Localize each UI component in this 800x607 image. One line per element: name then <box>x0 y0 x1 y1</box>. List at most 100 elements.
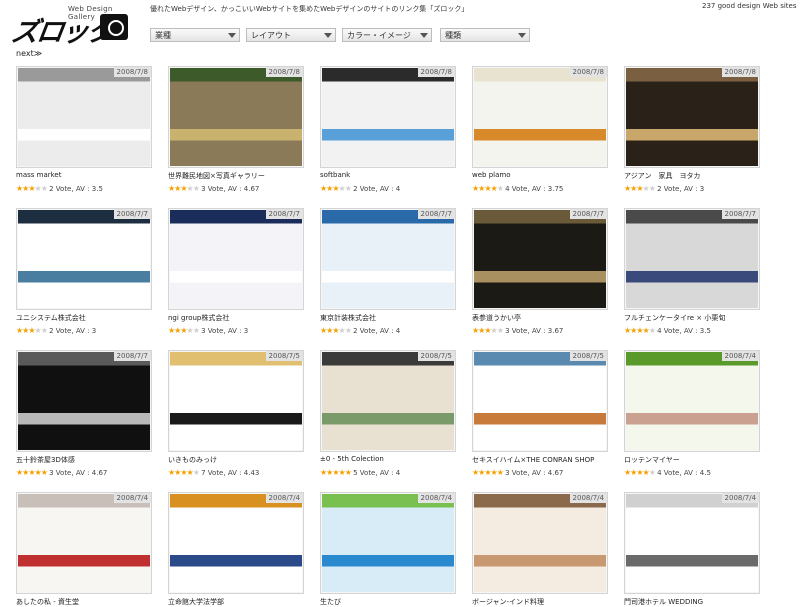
site-title-link[interactable]: ボージャン-インド料理 <box>472 597 544 607</box>
filter-type-select[interactable]: 種類 <box>440 28 530 42</box>
next-page-link[interactable]: next≫ <box>16 49 42 58</box>
post-date: 2008/7/4 <box>113 493 151 503</box>
post-date: 2008/7/4 <box>721 351 759 361</box>
star-rating-icon[interactable]: ★★★★★ <box>320 468 352 477</box>
star-rating-icon[interactable]: ★★★★★ <box>320 326 352 335</box>
post-date: 2008/7/7 <box>417 209 455 219</box>
site-thumbnail[interactable]: 2008/7/5 <box>320 350 456 452</box>
star-rating-icon[interactable]: ★★★★★ <box>472 184 504 193</box>
site-thumbnail[interactable]: 2008/7/7 <box>472 208 608 310</box>
vote-count: 3 <box>505 327 510 335</box>
site-thumbnail[interactable]: 2008/7/7 <box>624 208 760 310</box>
vote-rating: ★★★★★ 3 Vote, AV : 4.67 <box>16 468 108 477</box>
star-rating-icon[interactable]: ★★★★★ <box>624 326 656 335</box>
vote-rating: ★★★★★ 4 Vote, AV : 3.75 <box>472 184 564 193</box>
site-title-link[interactable]: あしたの私 - 資生堂 <box>16 597 79 607</box>
filter-industry-select[interactable]: 業種 <box>150 28 240 42</box>
post-date: 2008/7/7 <box>113 351 151 361</box>
star-rating-icon[interactable]: ★★★★★ <box>472 468 504 477</box>
site-tagline: 優れたWebデザイン、かっこいいWebサイトを集めたWebデザインのサイトのリン… <box>150 5 469 13</box>
site-thumbnail[interactable]: 2008/7/4 <box>168 492 304 594</box>
site-thumbnail[interactable]: 2008/7/4 <box>472 492 608 594</box>
site-title-link[interactable]: ユニシステム株式会社 <box>16 313 86 323</box>
site-title-link[interactable]: 五十鈴茶屋3D体感 <box>16 455 75 465</box>
star-rating-icon[interactable]: ★★★★★ <box>624 184 656 193</box>
site-title-link[interactable]: 表参道うかい亭 <box>472 313 521 323</box>
site-screenshot <box>626 68 758 166</box>
site-thumbnail[interactable]: 2008/7/8 <box>472 66 608 168</box>
site-thumbnail[interactable]: 2008/7/4 <box>16 492 152 594</box>
site-thumbnail[interactable]: 2008/7/4 <box>624 492 760 594</box>
filter-color-label: カラー・イメージ <box>347 31 411 40</box>
star-rating-icon[interactable]: ★★★★★ <box>168 468 200 477</box>
site-title-link[interactable]: web plamo <box>472 171 510 179</box>
vote-count: 3 <box>505 469 510 477</box>
site-title-link[interactable]: 世界難民地図×写真ギャラリー <box>168 171 265 181</box>
site-screenshot <box>18 494 150 592</box>
star-rating-icon[interactable]: ★★★★★ <box>472 326 504 335</box>
site-thumbnail[interactable]: 2008/7/7 <box>16 350 152 452</box>
site-screenshot <box>322 352 454 450</box>
star-rating-icon[interactable]: ★★★★★ <box>16 184 48 193</box>
site-title-link[interactable]: softbank <box>320 171 350 179</box>
site-thumbnail[interactable]: 2008/7/7 <box>168 208 304 310</box>
site-thumbnail[interactable]: 2008/7/5 <box>168 350 304 452</box>
star-rating-icon[interactable]: ★★★★★ <box>168 184 200 193</box>
vote-count: 3 <box>49 469 54 477</box>
star-rating-icon[interactable]: ★★★★★ <box>320 184 352 193</box>
site-screenshot <box>626 352 758 450</box>
chevron-down-icon <box>324 33 332 38</box>
site-title-link[interactable]: セキスイハイム×THE CONRAN SHOP <box>472 455 594 465</box>
filter-type-label: 種類 <box>445 31 461 40</box>
site-thumbnail[interactable]: 2008/7/8 <box>168 66 304 168</box>
star-rating-icon[interactable]: ★★★★★ <box>16 468 48 477</box>
site-screenshot <box>474 352 606 450</box>
site-thumbnail[interactable]: 2008/7/8 <box>320 66 456 168</box>
site-title-link[interactable]: 立命館大学法学部 <box>168 597 224 607</box>
site-title-link[interactable]: フルチェンケータイre × 小栗旬 <box>624 313 725 323</box>
logo-wordmark: ズロック <box>9 17 114 48</box>
star-rating-icon[interactable]: ★★★★★ <box>624 468 656 477</box>
chevron-down-icon <box>228 33 236 38</box>
site-thumbnail[interactable]: 2008/7/5 <box>472 350 608 452</box>
average-score: 3.67 <box>547 327 564 335</box>
average-score: 4.43 <box>243 469 260 477</box>
site-thumbnail[interactable]: 2008/7/7 <box>320 208 456 310</box>
star-rating-icon[interactable]: ★★★★★ <box>16 326 48 335</box>
filter-layout-select[interactable]: レイアウト <box>246 28 336 42</box>
site-screenshot <box>322 494 454 592</box>
site-thumbnail[interactable]: 2008/7/4 <box>624 350 760 452</box>
site-logo[interactable]: Web Design Gallery ズロック <box>9 4 130 48</box>
site-screenshot <box>18 210 150 308</box>
vote-rating: ★★★★★ 2 Vote, AV : 3 <box>16 326 97 335</box>
vote-rating: ★★★★★ 3 Vote, AV : 3.67 <box>472 326 564 335</box>
site-screenshot <box>170 352 302 450</box>
vote-count: 2 <box>353 327 358 335</box>
post-date: 2008/7/5 <box>569 351 607 361</box>
post-date: 2008/7/5 <box>265 351 303 361</box>
filter-color-select[interactable]: カラー・イメージ <box>342 28 432 42</box>
site-title-link[interactable]: 門司港ホテル WEDDING <box>624 597 703 607</box>
site-title-link[interactable]: ngi group株式会社 <box>168 313 229 323</box>
site-thumbnail[interactable]: 2008/7/8 <box>16 66 152 168</box>
site-title-link[interactable]: mass market <box>16 171 61 179</box>
site-title-link[interactable]: アジアン 家具 ヨタカ <box>624 171 700 181</box>
site-title-link[interactable]: ロッテンマイヤー <box>624 455 680 465</box>
site-thumbnail[interactable]: 2008/7/8 <box>624 66 760 168</box>
post-date: 2008/7/7 <box>569 209 607 219</box>
chevron-down-icon <box>420 33 428 38</box>
vote-count: 3 <box>201 185 206 193</box>
site-screenshot <box>474 68 606 166</box>
site-thumbnail[interactable]: 2008/7/7 <box>16 208 152 310</box>
site-thumbnail[interactable]: 2008/7/4 <box>320 492 456 594</box>
site-title-link[interactable]: いきものみっけ <box>168 455 217 465</box>
post-date: 2008/7/7 <box>265 209 303 219</box>
star-rating-icon[interactable]: ★★★★★ <box>168 326 200 335</box>
vote-rating: ★★★★★ 2 Vote, AV : 4 <box>320 326 401 335</box>
average-score: 3.5 <box>699 327 711 335</box>
post-date: 2008/7/8 <box>417 67 455 77</box>
site-title-link[interactable]: 東京計装株式会社 <box>320 313 376 323</box>
site-screenshot <box>170 68 302 166</box>
site-title-link[interactable]: 生たび <box>320 597 341 607</box>
site-title-link[interactable]: ±0 - 5th Colection <box>320 455 384 463</box>
